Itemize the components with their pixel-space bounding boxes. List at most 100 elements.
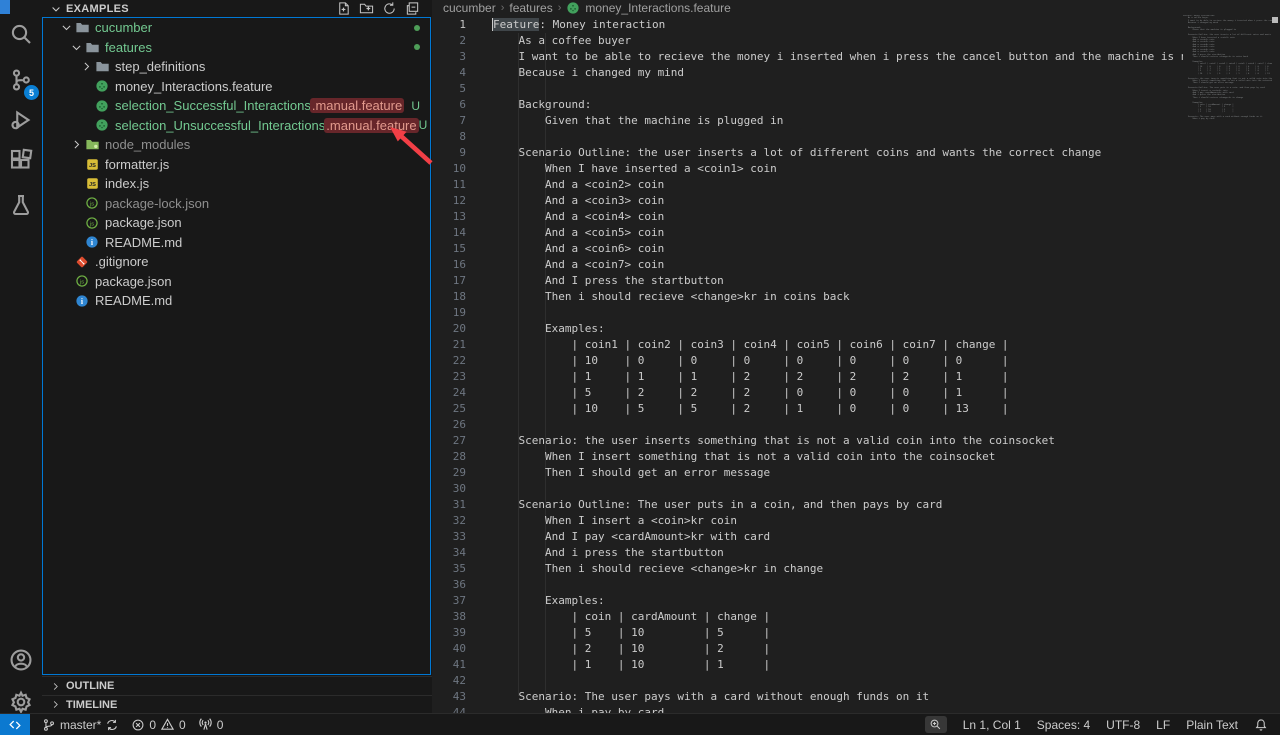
code-line[interactable]: 35 Then i should recieve <change>kr in c… <box>432 561 1183 577</box>
line-content: And i press the startbutton <box>492 545 1183 561</box>
code-line[interactable]: 14 And a <coin5> coin <box>432 225 1183 241</box>
minimap[interactable]: Feature: Money interaction As a coffee b… <box>1183 15 1272 705</box>
code-line[interactable]: 4 Because i changed my mind <box>432 65 1183 81</box>
zoom-indicator[interactable] <box>925 716 947 733</box>
code-line[interactable]: 38 | coin | cardAmount | change | <box>432 609 1183 625</box>
code-line[interactable]: 32 When I insert a <coin>kr coin <box>432 513 1183 529</box>
indentation[interactable]: Spaces: 4 <box>1037 718 1090 732</box>
warnings-icon <box>160 717 175 732</box>
timeline-section-header[interactable]: TIMELINE <box>42 695 432 713</box>
code-line[interactable]: 39 | 5 | 10 | 5 | <box>432 625 1183 641</box>
code-line[interactable]: 37 Examples: <box>432 593 1183 609</box>
tree-item-cucumber[interactable]: cucumber <box>43 18 430 38</box>
tree-item--gitignore[interactable]: .gitignore <box>43 252 430 272</box>
npm-json-icon: js <box>75 274 89 288</box>
line-number: 13 <box>432 209 492 225</box>
tree-item-readme-md[interactable]: iREADME.md <box>43 233 430 253</box>
code-line[interactable]: 42 <box>432 673 1183 689</box>
tree-item-features[interactable]: features <box>43 38 430 58</box>
code-line[interactable]: 2 As a coffee buyer <box>432 33 1183 49</box>
code-area[interactable]: 1Feature: Money interaction2 As a coffee… <box>432 17 1183 713</box>
code-line[interactable]: 41 | 1 | 10 | 1 | <box>432 657 1183 673</box>
accounts-icon[interactable] <box>0 640 42 680</box>
line-number: 5 <box>432 81 492 97</box>
code-line[interactable]: 6 Background: <box>432 97 1183 113</box>
code-line[interactable]: 13 And a <coin4> coin <box>432 209 1183 225</box>
chevron-down-icon <box>60 21 73 34</box>
tree-item-formatter-js[interactable]: JSformatter.js <box>43 155 430 175</box>
encoding[interactable]: UTF-8 <box>1106 718 1140 732</box>
tree-item-label: README.md <box>105 235 182 250</box>
code-line[interactable]: 9 Scenario Outline: the user inserts a l… <box>432 145 1183 161</box>
code-line[interactable]: 31 Scenario Outline: The user puts in a … <box>432 497 1183 513</box>
tree-item-readme-md[interactable]: iREADME.md <box>43 291 430 311</box>
filter-match-highlight: .manual.feature <box>324 118 418 133</box>
tree-item-index-js[interactable]: JSindex.js <box>43 174 430 194</box>
code-line[interactable]: 22 | 10 | 0 | 0 | 0 | 0 | 0 | 0 | 0 | <box>432 353 1183 369</box>
tree-item-selection-unsuccessful-interactions[interactable]: selection_Unsuccessful_Interactions.manu… <box>43 116 430 136</box>
code-line[interactable]: 23 | 1 | 1 | 1 | 2 | 2 | 2 | 2 | 1 | <box>432 369 1183 385</box>
code-line[interactable]: 17 And I press the startbutton <box>432 273 1183 289</box>
line-content: When i pay by card <box>492 705 1183 713</box>
explorer-section-header[interactable]: EXAMPLES <box>42 0 432 17</box>
extensions-icon[interactable] <box>0 140 42 180</box>
search-icon[interactable] <box>0 14 42 54</box>
tree-item-package-json[interactable]: jspackage.json <box>43 272 430 292</box>
breadcrumb-item[interactable]: features <box>509 1 552 15</box>
tree-item-step-definitions[interactable]: step_definitions <box>43 57 430 77</box>
code-line[interactable]: 33 And I pay <cardAmount>kr with card <box>432 529 1183 545</box>
remote-indicator[interactable] <box>0 714 30 735</box>
code-line[interactable]: 3 I want to be able to recieve the money… <box>432 49 1183 65</box>
code-line[interactable]: 10 When I have inserted a <coin1> coin <box>432 161 1183 177</box>
source-control-icon[interactable]: 5 <box>0 60 42 100</box>
code-line[interactable]: 30 <box>432 481 1183 497</box>
code-line[interactable]: 34 And i press the startbutton <box>432 545 1183 561</box>
line-content: And a <coin5> coin <box>492 225 1183 241</box>
code-line[interactable]: 43 Scenario: The user pays with a card w… <box>432 689 1183 705</box>
code-line[interactable]: 28 When I insert something that is not a… <box>432 449 1183 465</box>
code-line[interactable]: 7 Given that the machine is plugged in <box>432 113 1183 129</box>
cursor-position[interactable]: Ln 1, Col 1 <box>963 718 1021 732</box>
code-line[interactable]: 27 Scenario: the user inserts something … <box>432 433 1183 449</box>
tree-item-package-lock-json[interactable]: jspackage-lock.json <box>43 194 430 214</box>
eol-sequence[interactable]: LF <box>1156 718 1170 732</box>
tree-item-selection-successful-interactions[interactable]: selection_Successful_Interactions.manual… <box>43 96 430 116</box>
code-line[interactable]: 44 When i pay by card <box>432 705 1183 713</box>
code-line[interactable]: 8 <box>432 129 1183 145</box>
code-line[interactable]: 29 Then I should get an error message <box>432 465 1183 481</box>
code-line[interactable]: 11 And a <coin2> coin <box>432 177 1183 193</box>
sidebar-title: EXAMPLES <box>66 3 129 15</box>
run-and-debug-icon[interactable] <box>0 100 42 140</box>
code-line[interactable]: 12 And a <coin3> coin <box>432 193 1183 209</box>
testing-icon[interactable] <box>0 185 42 225</box>
notifications-bell-icon[interactable] <box>1254 718 1268 732</box>
code-line[interactable]: 25 | 10 | 5 | 5 | 2 | 1 | 0 | 0 | 13 | <box>432 401 1183 417</box>
code-line[interactable]: 26 <box>432 417 1183 433</box>
code-line[interactable]: 16 And a <coin7> coin <box>432 257 1183 273</box>
tree-item-node-modules[interactable]: node_modules <box>43 135 430 155</box>
code-line[interactable]: 36 <box>432 577 1183 593</box>
code-line[interactable]: 15 And a <coin6> coin <box>432 241 1183 257</box>
ports-status[interactable]: 0 <box>198 717 224 732</box>
tree-item-money-interactions-feature[interactable]: money_Interactions.feature <box>43 77 430 97</box>
code-line[interactable]: 40 | 2 | 10 | 2 | <box>432 641 1183 657</box>
code-line[interactable]: 20 Examples: <box>432 321 1183 337</box>
git-branch-status[interactable]: master* <box>42 718 119 732</box>
line-number: 4 <box>432 65 492 81</box>
outline-section-header[interactable]: OUTLINE <box>42 676 432 695</box>
tree-item-package-json[interactable]: jspackage.json <box>43 213 430 233</box>
code-line[interactable]: 19 <box>432 305 1183 321</box>
code-line[interactable]: 21 | coin1 | coin2 | coin3 | coin4 | coi… <box>432 337 1183 353</box>
code-line[interactable]: 1Feature: Money interaction <box>432 17 1183 33</box>
collapse-all-icon[interactable] <box>405 1 420 16</box>
code-line[interactable]: 5 <box>432 81 1183 97</box>
code-line[interactable]: 24 | 5 | 2 | 2 | 2 | 0 | 0 | 0 | 1 | <box>432 385 1183 401</box>
code-line[interactable]: 18 Then i should recieve <change>kr in c… <box>432 289 1183 305</box>
language-mode[interactable]: Plain Text <box>1186 718 1238 732</box>
new-file-icon[interactable] <box>336 1 351 16</box>
breadcrumb-item[interactable]: money_Interactions.feature <box>585 1 730 15</box>
problems-status[interactable]: 0 0 <box>131 717 185 732</box>
refresh-icon[interactable] <box>382 1 397 16</box>
breadcrumb-item[interactable]: cucumber <box>443 1 496 15</box>
new-folder-icon[interactable] <box>359 1 374 16</box>
